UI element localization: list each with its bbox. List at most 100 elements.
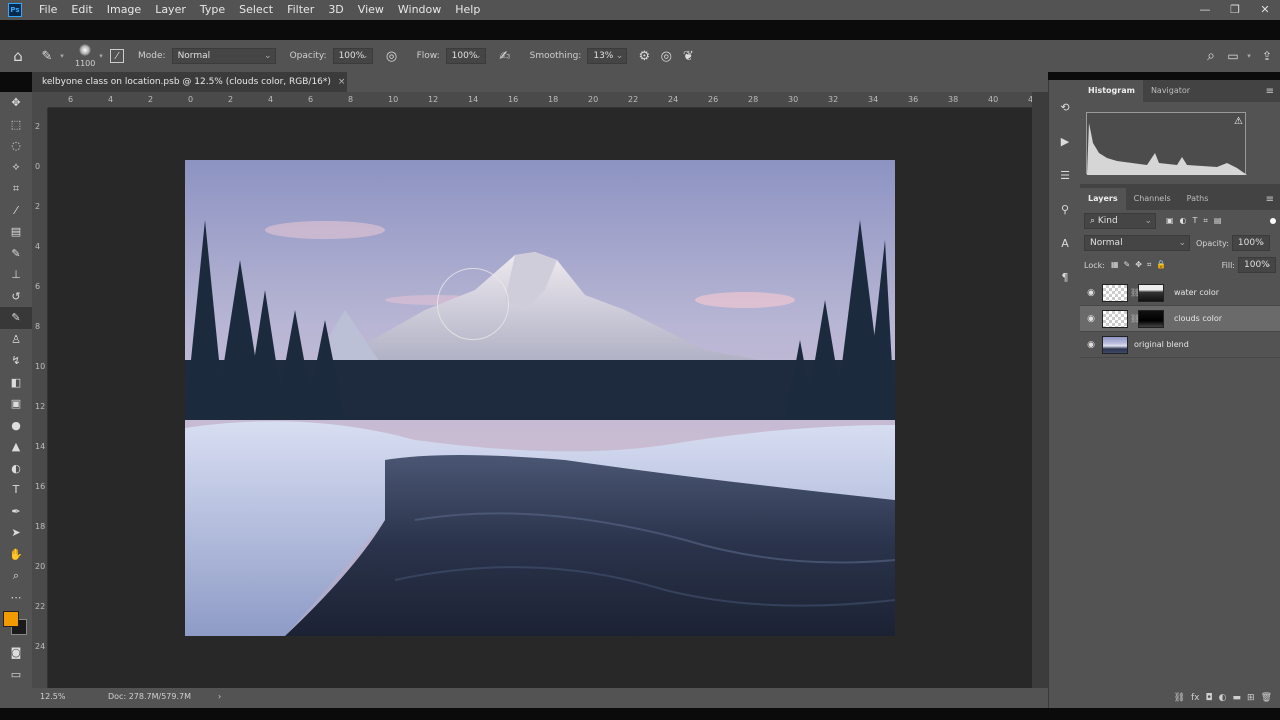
layer-name[interactable]: clouds color [1174,314,1222,323]
art-history-brush-icon[interactable]: ↯ [0,350,32,372]
layer-mask-thumbnail[interactable] [1138,309,1164,328]
foreground-color-swatch[interactable] [3,611,19,627]
canvas-scrollbar[interactable] [1032,92,1048,688]
visibility-eye-icon[interactable]: ◉ [1080,340,1102,350]
zoom-level[interactable]: 12.5% [40,692,65,701]
menu-layer[interactable]: Layer [148,0,193,20]
workspace-chevron-icon[interactable]: ▾ [1244,52,1254,60]
layer-thumbnail[interactable] [1102,309,1128,328]
marquee-tool-icon[interactable]: ⬚ [0,114,32,136]
eyedropper-tool-icon[interactable]: ⁄ [0,200,32,222]
brush-chevron-icon[interactable]: ▾ [96,52,106,60]
healing-brush-tool-icon[interactable]: ▤ [0,221,32,243]
layer-row-clouds-color[interactable]: ◉ ⛓ clouds color [1080,306,1280,332]
stamp-tool-icon[interactable]: ♙ [0,329,32,351]
menu-filter[interactable]: Filter [280,0,321,20]
pressure-opacity-icon[interactable]: ◎ [381,49,403,64]
layer-name[interactable]: original blend [1134,340,1189,349]
brush-settings-icon[interactable]: ⁄ [110,49,124,63]
layers-menu-icon[interactable]: ≡ [1266,194,1274,205]
menu-image[interactable]: Image [100,0,148,20]
layer-opacity-input[interactable]: 100% ⌄ [1231,235,1270,251]
adjustments-panel-icon[interactable]: ☰ [1049,158,1081,192]
properties-panel-icon[interactable]: ⚲ [1049,192,1081,226]
screen-mode-icon[interactable]: ▭ [0,664,32,686]
minimize-icon[interactable]: — [1190,0,1220,20]
quick-mask-icon[interactable]: ◙ [0,642,32,664]
layer-name[interactable]: water color [1174,288,1219,297]
kind-filter-select[interactable]: ⌕ Kind ⌄ [1084,213,1156,229]
flow-input[interactable]: 100% ⌄ [445,48,486,64]
menu-3d[interactable]: 3D [321,0,350,20]
history-panel-icon[interactable]: ⟲ [1049,90,1081,124]
canvas-area[interactable] [48,108,1032,688]
chain-link-icon[interactable]: ⛓ [1130,314,1140,323]
pen-tool-icon[interactable]: ✒ [0,501,32,523]
pressure-size-icon[interactable]: ◎ [655,49,677,64]
fill-input[interactable]: 100% ⌄ [1238,257,1276,273]
actions-play-icon[interactable]: ▶ [1049,124,1081,158]
zoom-tool-icon[interactable]: ⌕ [0,565,32,587]
layer-thumbnail[interactable] [1102,335,1128,354]
layer-row-original-blend[interactable]: ◉ original blend [1080,332,1280,358]
character-panel-icon[interactable]: A [1049,226,1081,260]
tab-layers[interactable]: Layers [1080,188,1126,210]
link-layers-icon[interactable]: ⛓ [1174,693,1185,703]
sharpen-tool-icon[interactable]: ▲ [0,436,32,458]
adjustment-layer-icon[interactable]: ◐ [1219,693,1227,703]
menu-file[interactable]: File [32,0,64,20]
menu-view[interactable]: View [351,0,391,20]
workspace-icon[interactable]: ▭ [1222,49,1244,63]
layer-row-water-color[interactable]: ◉ ⛓ water color [1080,280,1280,306]
delete-layer-icon[interactable]: 🗑 [1261,693,1272,703]
menu-help[interactable]: Help [448,0,487,20]
color-swatches[interactable] [0,608,32,642]
smoothing-options-gear-icon[interactable]: ⚙ [633,49,655,64]
tab-paths[interactable]: Paths [1179,188,1217,210]
lasso-tool-icon[interactable]: ◌ [0,135,32,157]
mode-select[interactable]: Normal ⌄ [171,48,276,64]
chain-link-icon[interactable]: ⛓ [1130,288,1140,297]
paragraph-panel-icon[interactable]: ¶ [1049,260,1081,294]
document-image[interactable] [185,160,895,636]
warning-icon[interactable]: ⚠ [1234,116,1243,127]
clone-stamp-tool-icon[interactable]: ⊥ [0,264,32,286]
quick-select-tool-icon[interactable]: ⟡ [0,157,32,179]
hand-tool-icon[interactable]: ✋ [0,544,32,566]
eraser-tool-icon[interactable]: ◧ [0,372,32,394]
search-icon[interactable]: ⌕ [1200,48,1222,64]
airbrush-icon[interactable]: ✍ [494,49,516,64]
blend-mode-select[interactable]: Normal ⌄ [1084,235,1190,251]
tab-navigator[interactable]: Navigator [1143,80,1198,102]
brush-tool-icon[interactable]: ✎ [36,49,58,64]
smoothing-input[interactable]: 13% ⌄ [587,48,628,64]
lock-icons[interactable]: ▦✎✥⌗🔒 [1111,260,1171,270]
crop-tool-icon[interactable]: ⌗ [0,178,32,200]
path-selection-tool-icon[interactable]: ➤ [0,522,32,544]
new-layer-icon[interactable]: ⊞ [1247,693,1255,703]
visibility-eye-icon[interactable]: ◉ [1080,314,1102,324]
restore-icon[interactable]: ❐ [1220,0,1250,20]
share-icon[interactable]: ⇪ [1254,49,1280,63]
home-icon[interactable]: ⌂ [0,40,36,72]
symmetry-butterfly-icon[interactable]: ❦ [677,49,699,64]
layer-thumbnail[interactable] [1102,283,1128,302]
menu-edit[interactable]: Edit [64,0,99,20]
status-arrow-icon[interactable]: › [218,692,221,701]
layer-style-fx-icon[interactable]: fx [1191,693,1200,703]
tool-preset-chevron-icon[interactable]: ▾ [58,52,66,60]
brush-tool-icon[interactable]: ✎ [0,243,32,265]
new-group-icon[interactable]: ▬ [1233,693,1242,703]
brush-tool-active-icon[interactable]: ✎ [0,307,32,329]
layer-mask-thumbnail[interactable] [1138,283,1164,302]
filter-toggle-icon[interactable] [1270,218,1276,224]
more-tools-icon[interactable]: ⋯ [0,587,32,609]
visibility-eye-icon[interactable]: ◉ [1080,288,1102,298]
blur-tool-icon[interactable]: ● [0,415,32,437]
move-tool-icon[interactable]: ✥ [0,92,32,114]
document-tab[interactable]: kelbyone class on location.psb @ 12.5% (… [32,72,347,92]
menu-window[interactable]: Window [391,0,448,20]
add-mask-icon[interactable]: ◘ [1206,693,1213,703]
panel-menu-icon[interactable]: ≡ [1266,86,1274,97]
tab-channels[interactable]: Channels [1126,188,1179,210]
